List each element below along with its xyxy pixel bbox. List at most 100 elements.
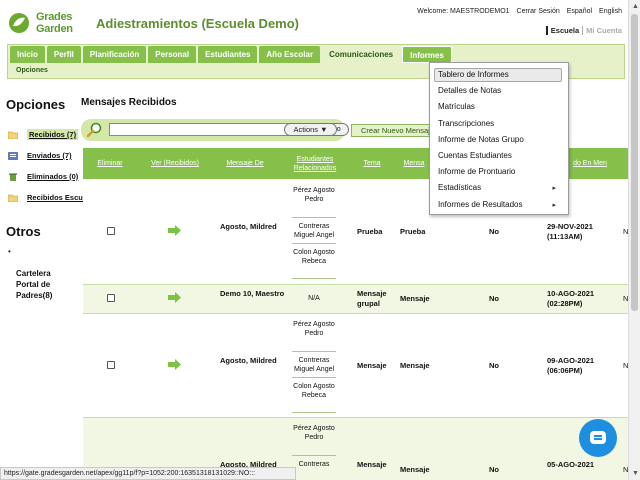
row-topic: Mensaje — [357, 361, 387, 370]
folder-icon — [8, 131, 18, 139]
informes-dropdown: Tablero de Informes Detalles de Notas Ma… — [429, 62, 569, 215]
grades-garden-logo[interactable]: Grades Garden — [8, 8, 88, 36]
menu-item-transcripciones[interactable]: Transcripciones — [438, 119, 494, 128]
sent-icon — [8, 151, 18, 160]
row-from: Demo 10, Maestro — [220, 289, 285, 298]
school-link[interactable]: Escuela — [545, 26, 579, 35]
menu-item-informe-prontuario[interactable]: Informe de Prontuario — [438, 167, 515, 176]
divider — [292, 455, 336, 456]
row-message: Prueba — [400, 227, 426, 236]
messages-title: Mensajes Recibidos — [81, 97, 177, 108]
chat-button[interactable] — [579, 419, 617, 457]
col-ver[interactable]: Ver (Recibidos) — [143, 148, 207, 179]
col-mensaje-de[interactable]: Mensaje De — [215, 148, 275, 179]
submenu-arrow-icon: ▸ — [552, 185, 556, 192]
search-icon — [86, 122, 102, 138]
school-links: Escuela Mi Cuenta — [545, 26, 622, 35]
col-tema[interactable]: Tema — [351, 148, 393, 179]
student-name: Colon Agosto Rebeca — [293, 249, 335, 265]
student-name: Contreras — [298, 461, 330, 468]
row-message: Mensaje — [400, 465, 430, 474]
actions-button[interactable]: Actions ▼ — [284, 123, 337, 136]
student-name: Contreras Miguel Angel — [293, 223, 335, 239]
row-flag: No — [489, 465, 499, 474]
row-date: 09-AGO-2021 (06:06PM) — [547, 356, 595, 375]
menu-item-estadisticas[interactable]: Estadísticas — [438, 183, 481, 192]
delete-checkbox[interactable] — [107, 294, 115, 302]
menu-item-cuentas-estudiantes[interactable]: Cuentas Estudiantes — [438, 151, 512, 160]
scroll-up-icon[interactable]: ▲ — [632, 3, 639, 10]
account-link[interactable]: Mi Cuenta — [582, 26, 622, 35]
arrow-right-icon[interactable] — [168, 225, 181, 236]
chat-bubble-icon — [590, 431, 606, 444]
cartelera-link[interactable]: Cartelera Portal de Padres(8) — [16, 268, 74, 301]
row-from: Agosto, Mildred — [220, 222, 277, 231]
arrow-right-icon[interactable] — [168, 292, 181, 303]
divider — [292, 377, 336, 378]
tab-inicio[interactable]: Inicio — [10, 46, 45, 63]
sidebar-item-label: Eliminados (0) — [27, 172, 79, 181]
delete-checkbox[interactable] — [107, 227, 115, 235]
row-flag: No — [489, 227, 499, 236]
top-links: Welcome: MAESTRODEMO1 Cerrar Sesión Espa… — [417, 8, 622, 15]
logo-text-garden: Garden — [36, 23, 73, 35]
lang-en-link[interactable]: English — [599, 8, 622, 15]
row-topic: Mensaje grupal — [357, 289, 387, 308]
logo-leaf-icon — [9, 13, 29, 33]
divider — [292, 412, 336, 413]
col-eliminar[interactable]: Eliminar — [83, 148, 137, 179]
col-mensaje[interactable]: Mensa — [399, 148, 429, 179]
col-date[interactable]: do En Men — [561, 148, 619, 179]
logout-link[interactable]: Cerrar Sesión — [517, 8, 560, 15]
vertical-scrollbar[interactable]: ▲ ▼ — [628, 0, 640, 480]
bullet: • — [8, 247, 11, 256]
lang-es-link[interactable]: Español — [567, 8, 592, 15]
tab-informes[interactable]: Informes — [402, 46, 452, 63]
sidebar-item-label: Recibidos (7) — [27, 129, 79, 140]
create-message-button[interactable]: Crear Nuevo Mensaje — [351, 124, 431, 137]
subnav-opciones[interactable]: Opciones — [16, 67, 48, 74]
tab-ano-escolar[interactable]: Año Escolar — [259, 46, 321, 63]
col-estudiantes[interactable]: Estudiantes Relacionados — [287, 148, 343, 179]
menu-item-detalles-notas[interactable]: Detalles de Notas — [438, 86, 501, 95]
row-date: 05-AGO-2021 — [547, 460, 595, 469]
row-topic: Prueba — [357, 227, 383, 236]
row-date: 10-AGO-2021 (02:28PM) — [547, 289, 595, 308]
submenu-arrow-icon: ▸ — [552, 202, 556, 209]
page: Grades Garden Adiestramientos (Escuela D… — [0, 0, 640, 480]
scroll-down-icon[interactable]: ▼ — [632, 470, 639, 477]
student-name: N/A — [308, 295, 320, 302]
divider — [292, 243, 336, 244]
student-name: Colon Agosto Rebeca — [293, 383, 335, 399]
menu-item-informe-notas-grupo[interactable]: Informe de Notas Grupo — [438, 135, 524, 144]
tab-comunicaciones[interactable]: Comunicaciones — [322, 46, 401, 63]
divider — [292, 351, 336, 352]
sidebar-item-label: Enviados (7) — [27, 151, 72, 160]
tab-perfil[interactable]: Perfil — [46, 46, 81, 63]
row-flag: No — [489, 361, 499, 370]
row-from: Agosto, Mildred — [220, 356, 277, 365]
row-message: Mensaje — [400, 294, 430, 303]
divider — [292, 278, 336, 279]
otros-title: Otros — [6, 224, 41, 239]
delete-checkbox[interactable] — [107, 361, 115, 369]
row-date: 29-NOV-2021 (11:13AM) — [547, 222, 593, 241]
student-name: Pérez Agosto Pedro — [293, 321, 335, 337]
tab-estudiantes[interactable]: Estudiantes — [198, 46, 258, 63]
folder-icon — [8, 194, 18, 202]
scrollbar-thumb[interactable] — [631, 14, 638, 311]
tab-planificacion[interactable]: Planificación — [82, 46, 147, 63]
student-name: Pérez Agosto Pedro — [293, 187, 335, 203]
menu-item-tablero-informes[interactable]: Tablero de Informes — [438, 70, 509, 79]
row-message: Mensaje — [400, 361, 430, 370]
divider — [292, 217, 336, 218]
page-title: Adiestramientos (Escuela Demo) — [96, 16, 300, 31]
tab-personal[interactable]: Personal — [148, 46, 197, 63]
row-flag: No — [489, 294, 499, 303]
nav-tabs: Inicio Perfil Planificación Personal Est… — [10, 46, 452, 63]
arrow-right-icon[interactable] — [168, 359, 181, 370]
menu-item-informes-resultados[interactable]: Informes de Resultados — [438, 200, 523, 209]
student-name: Contreras Miguel Angel — [293, 357, 335, 373]
row-topic: Mensaje — [357, 460, 387, 469]
menu-item-matriculas[interactable]: Matrículas — [438, 102, 475, 111]
